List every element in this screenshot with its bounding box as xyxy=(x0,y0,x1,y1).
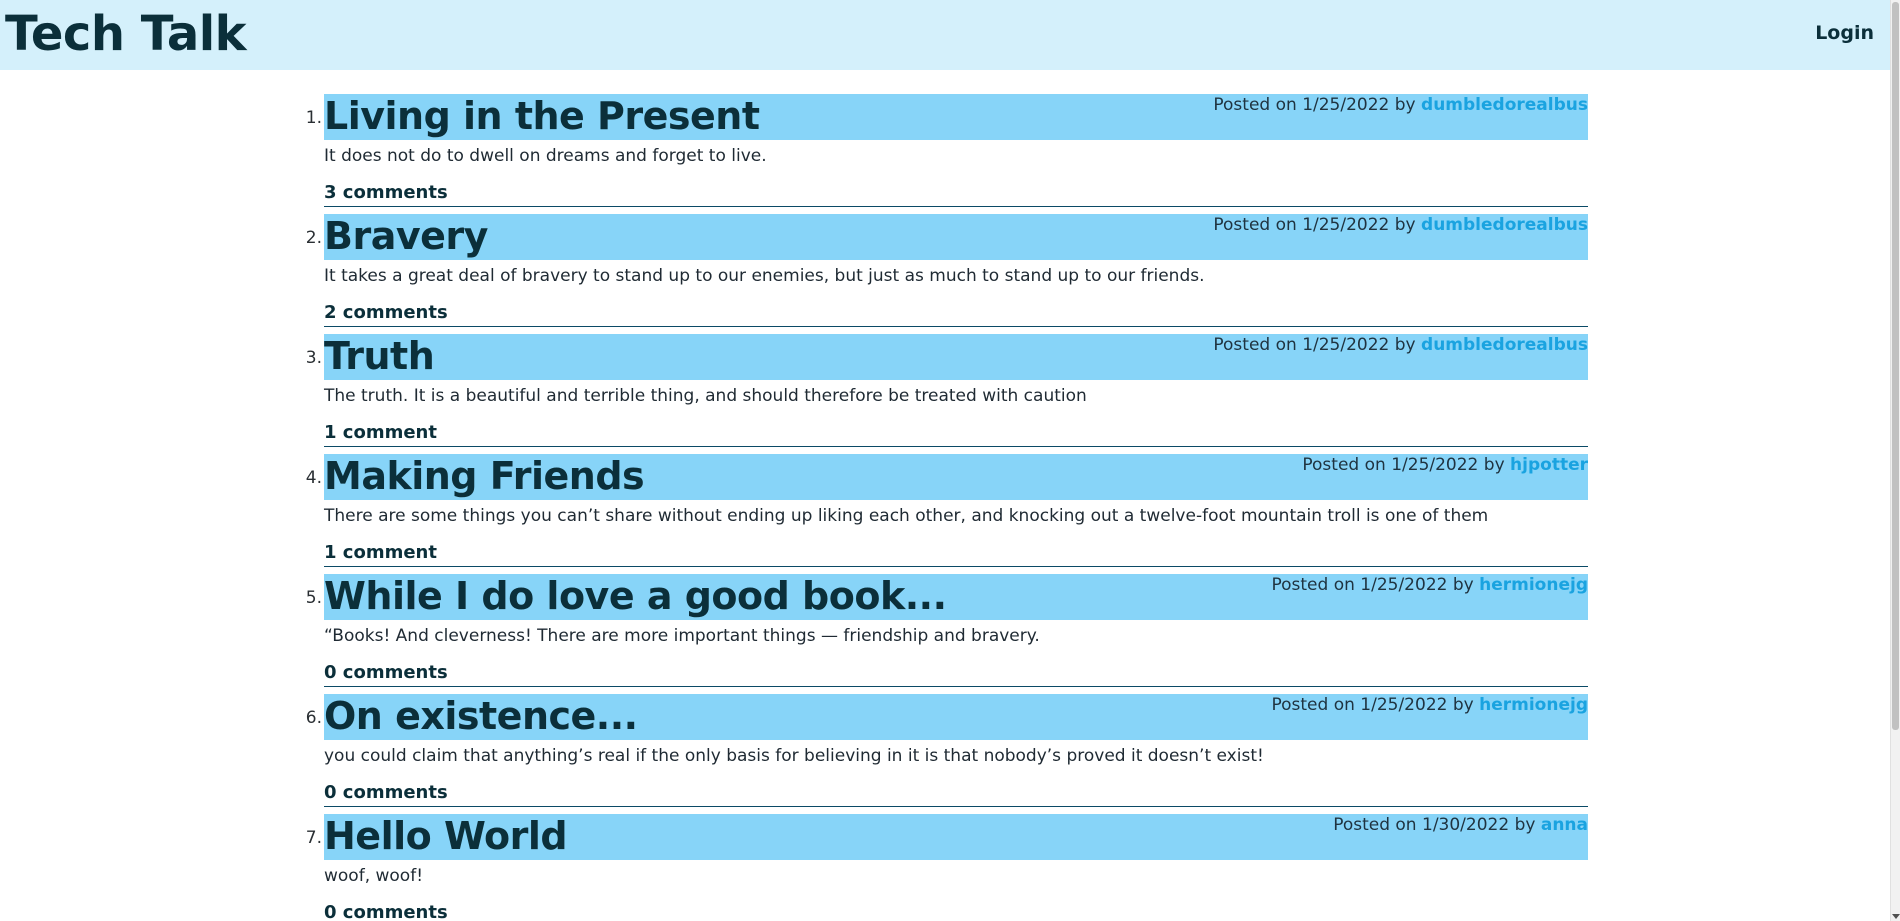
post-comments-link[interactable]: 0 comments xyxy=(324,782,1588,807)
by-label: by xyxy=(1394,335,1416,355)
post-meta: Posted on 1/25/2022 by dumbledorealbus xyxy=(1213,335,1588,355)
post-comments-link[interactable]: 2 comments xyxy=(324,302,1588,327)
post-header: On existence... Posted on 1/25/2022 by h… xyxy=(324,694,1588,740)
by-label: by xyxy=(1483,455,1505,475)
post-body: “Books! And cleverness! There are more i… xyxy=(324,626,1040,646)
post-header: Hello World Posted on 1/30/2022 by anna xyxy=(324,814,1588,860)
post-item: 4. Making Friends Posted on 1/25/2022 by… xyxy=(306,454,1588,574)
post-body: There are some things you can’t share wi… xyxy=(324,506,1489,526)
post-header: Bravery Posted on 1/25/2022 by dumbledor… xyxy=(324,214,1588,260)
post-number: 6. xyxy=(305,708,322,728)
scrollbar-thumb[interactable] xyxy=(1892,2,1899,730)
login-link[interactable]: Login xyxy=(1815,22,1874,44)
post-author-link[interactable]: hjpotter xyxy=(1510,455,1588,475)
by-label: by xyxy=(1452,575,1474,595)
by-label: by xyxy=(1394,215,1416,235)
site-title[interactable]: Tech Talk xyxy=(5,4,247,64)
post-meta: Posted on 1/25/2022 by hjpotter xyxy=(1302,455,1588,475)
post-title[interactable]: Making Friends xyxy=(324,453,645,499)
post-title[interactable]: Bravery xyxy=(324,213,488,259)
post-meta: Posted on 1/30/2022 by anna xyxy=(1333,815,1588,835)
post-comments-link[interactable]: 0 comments xyxy=(324,902,1588,921)
post-date: 1/25/2022 xyxy=(1302,215,1390,235)
post-item: 6. On existence... Posted on 1/25/2022 b… xyxy=(306,694,1588,814)
posted-on-label: Posted on xyxy=(1213,215,1297,235)
post-title[interactable]: On existence... xyxy=(324,693,638,739)
post-item: 2. Bravery Posted on 1/25/2022 by dumble… xyxy=(306,214,1588,334)
post-item: 5. While I do love a good book... Posted… xyxy=(306,574,1588,694)
post-date: 1/25/2022 xyxy=(1302,95,1390,115)
post-meta: Posted on 1/25/2022 by dumbledorealbus xyxy=(1213,215,1588,235)
post-comments-link[interactable]: 0 comments xyxy=(324,662,1588,687)
post-number: 2. xyxy=(305,228,322,248)
posted-on-label: Posted on xyxy=(1333,815,1417,835)
post-header: Truth Posted on 1/25/2022 by dumbledorea… xyxy=(324,334,1588,380)
post-comments-link[interactable]: 1 comment xyxy=(324,542,1588,567)
post-title[interactable]: Living in the Present xyxy=(324,93,760,139)
vertical-scrollbar[interactable] xyxy=(1890,0,1900,921)
post-author-link[interactable]: dumbledorealbus xyxy=(1421,215,1588,235)
post-author-link[interactable]: dumbledorealbus xyxy=(1421,95,1588,115)
posted-on-label: Posted on xyxy=(1213,95,1297,115)
post-body: It takes a great deal of bravery to stan… xyxy=(324,266,1205,286)
posted-on-label: Posted on xyxy=(1271,695,1355,715)
post-item: 3. Truth Posted on 1/25/2022 by dumbledo… xyxy=(306,334,1588,454)
post-number: 1. xyxy=(305,108,322,128)
post-title[interactable]: Hello World xyxy=(324,813,568,859)
site-header: Tech Talk Login xyxy=(0,0,1890,70)
posted-on-label: Posted on xyxy=(1271,575,1355,595)
post-body: you could claim that anything’s real if … xyxy=(324,746,1264,766)
post-header: While I do love a good book... Posted on… xyxy=(324,574,1588,620)
by-label: by xyxy=(1452,695,1474,715)
post-number: 3. xyxy=(305,348,322,368)
post-number: 7. xyxy=(305,828,322,848)
post-body: It does not do to dwell on dreams and fo… xyxy=(324,146,767,166)
post-list: 1. Living in the Present Posted on 1/25/… xyxy=(306,94,1588,921)
post-header: Living in the Present Posted on 1/25/202… xyxy=(324,94,1588,140)
posted-on-label: Posted on xyxy=(1302,455,1386,475)
post-author-link[interactable]: hermionejg xyxy=(1479,695,1588,715)
post-comments-link[interactable]: 1 comment xyxy=(324,422,1588,447)
post-author-link[interactable]: hermionejg xyxy=(1479,575,1588,595)
by-label: by xyxy=(1514,815,1536,835)
post-date: 1/25/2022 xyxy=(1302,335,1390,355)
post-title[interactable]: Truth xyxy=(324,333,435,379)
post-date: 1/25/2022 xyxy=(1360,695,1448,715)
post-author-link[interactable]: anna xyxy=(1541,815,1588,835)
post-meta: Posted on 1/25/2022 by dumbledorealbus xyxy=(1213,95,1588,115)
by-label: by xyxy=(1394,95,1416,115)
post-header: Making Friends Posted on 1/25/2022 by hj… xyxy=(324,454,1588,500)
post-body: woof, woof! xyxy=(324,866,424,886)
post-date: 1/25/2022 xyxy=(1360,575,1448,595)
post-number: 4. xyxy=(305,468,322,488)
post-meta: Posted on 1/25/2022 by hermionejg xyxy=(1271,695,1588,715)
post-comments-link[interactable]: 3 comments xyxy=(324,182,1588,207)
post-meta: Posted on 1/25/2022 by hermionejg xyxy=(1271,575,1588,595)
post-author-link[interactable]: dumbledorealbus xyxy=(1421,335,1588,355)
post-date: 1/30/2022 xyxy=(1422,815,1510,835)
post-number: 5. xyxy=(305,588,322,608)
app-window: Tech Talk Login 1. Living in the Present… xyxy=(0,0,1900,921)
post-date: 1/25/2022 xyxy=(1391,455,1479,475)
posted-on-label: Posted on xyxy=(1213,335,1297,355)
post-body: The truth. It is a beautiful and terribl… xyxy=(324,386,1087,406)
post-item: 7. Hello World Posted on 1/30/2022 by an… xyxy=(306,814,1588,921)
post-title[interactable]: While I do love a good book... xyxy=(324,573,947,619)
post-item: 1. Living in the Present Posted on 1/25/… xyxy=(306,94,1588,214)
scroll-down-arrow-icon[interactable] xyxy=(1892,914,1900,919)
